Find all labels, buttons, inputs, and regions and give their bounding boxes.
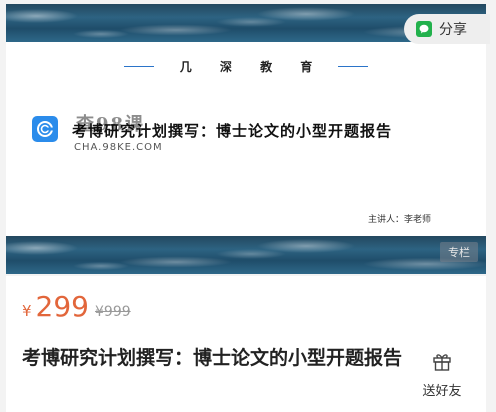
logo-icon: [32, 116, 58, 142]
brand-name: 几 深 教 育: [179, 59, 325, 74]
watermark-url: CHA.98KE.COM: [74, 142, 163, 153]
watermark: 查98课: [76, 114, 146, 135]
course-cover: 几 深 教 育 考博研究计划撰写：博士论文的小型开题报告 查98课 CHA.98…: [6, 4, 486, 274]
column-tag: 专栏: [440, 242, 478, 262]
course-info: ¥ 299 ¥999 考博研究计划撰写：博士论文的小型开题报告 送好友: [6, 276, 486, 412]
gift-label: 送好友: [422, 384, 462, 399]
current-price: 299: [35, 290, 89, 323]
gift-friend-button[interactable]: 送好友: [416, 350, 468, 399]
lecturer: 主讲人：李老师: [368, 215, 432, 225]
brand-line-right: [338, 65, 369, 67]
price-row: ¥ 299 ¥999: [22, 290, 131, 323]
price-currency: ¥: [22, 302, 32, 320]
share-label: 分享: [439, 22, 467, 38]
original-price: ¥999: [95, 304, 131, 320]
course-title: 考博研究计划撰写：博士论文的小型开题报告: [22, 347, 403, 369]
wechat-icon: [416, 21, 432, 37]
brand-line-left: [123, 65, 154, 67]
ocean-banner-bottom: [6, 236, 486, 274]
share-button[interactable]: 分享: [404, 14, 490, 44]
gift-icon: [431, 350, 453, 376]
brand-header: 几 深 教 育: [6, 56, 486, 76]
